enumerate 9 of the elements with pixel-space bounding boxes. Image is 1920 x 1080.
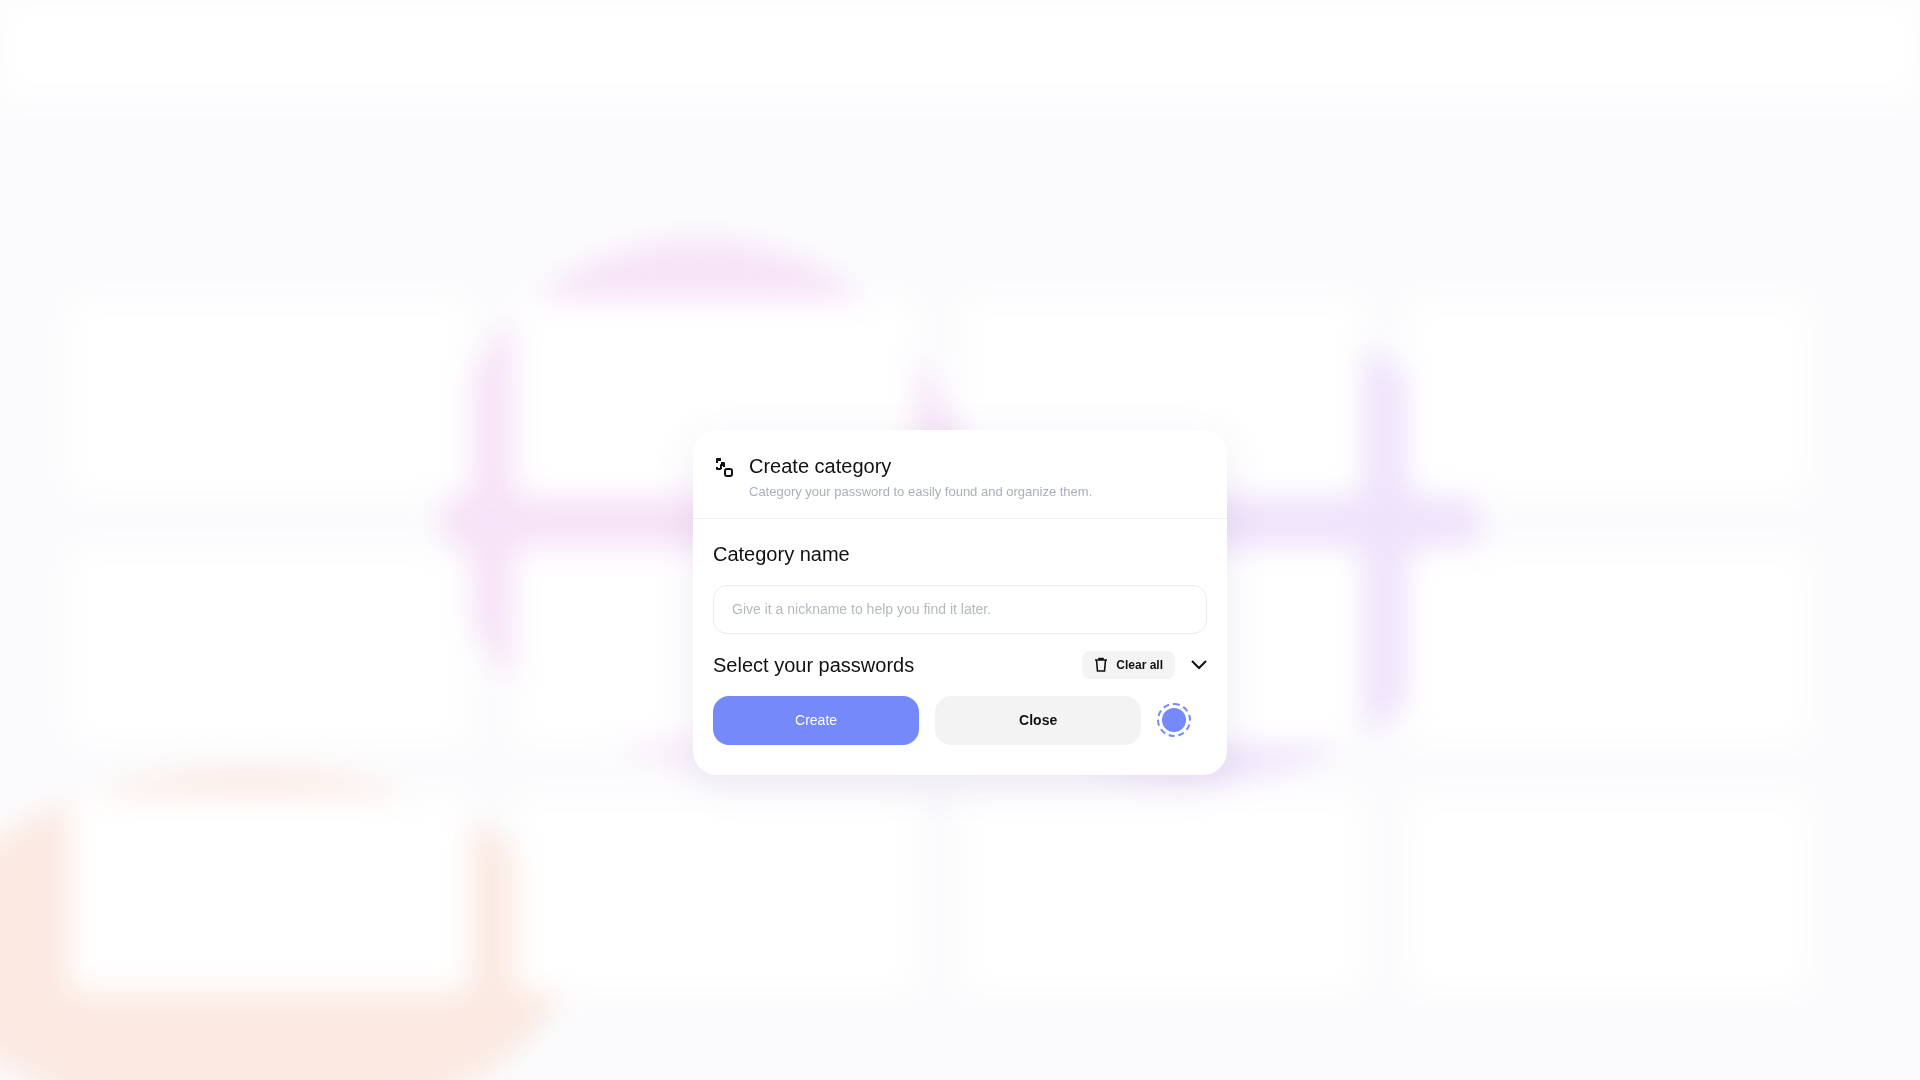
field-label: Category name [713,541,851,567]
name-field[interactable]: Give it a nickname to help you find it later. [713,584,1207,634]
dialog-title: Create category [749,454,893,478]
color-picker[interactable] [1157,703,1191,737]
trash-icon [1094,657,1109,672]
clear-all-button[interactable]: Clear all [1082,650,1175,679]
dialog-subtitle: Category your password to easily found and organize them. [749,483,1093,501]
section-label: Select your passwords [713,652,915,678]
close-button[interactable]: Close [935,695,1142,745]
